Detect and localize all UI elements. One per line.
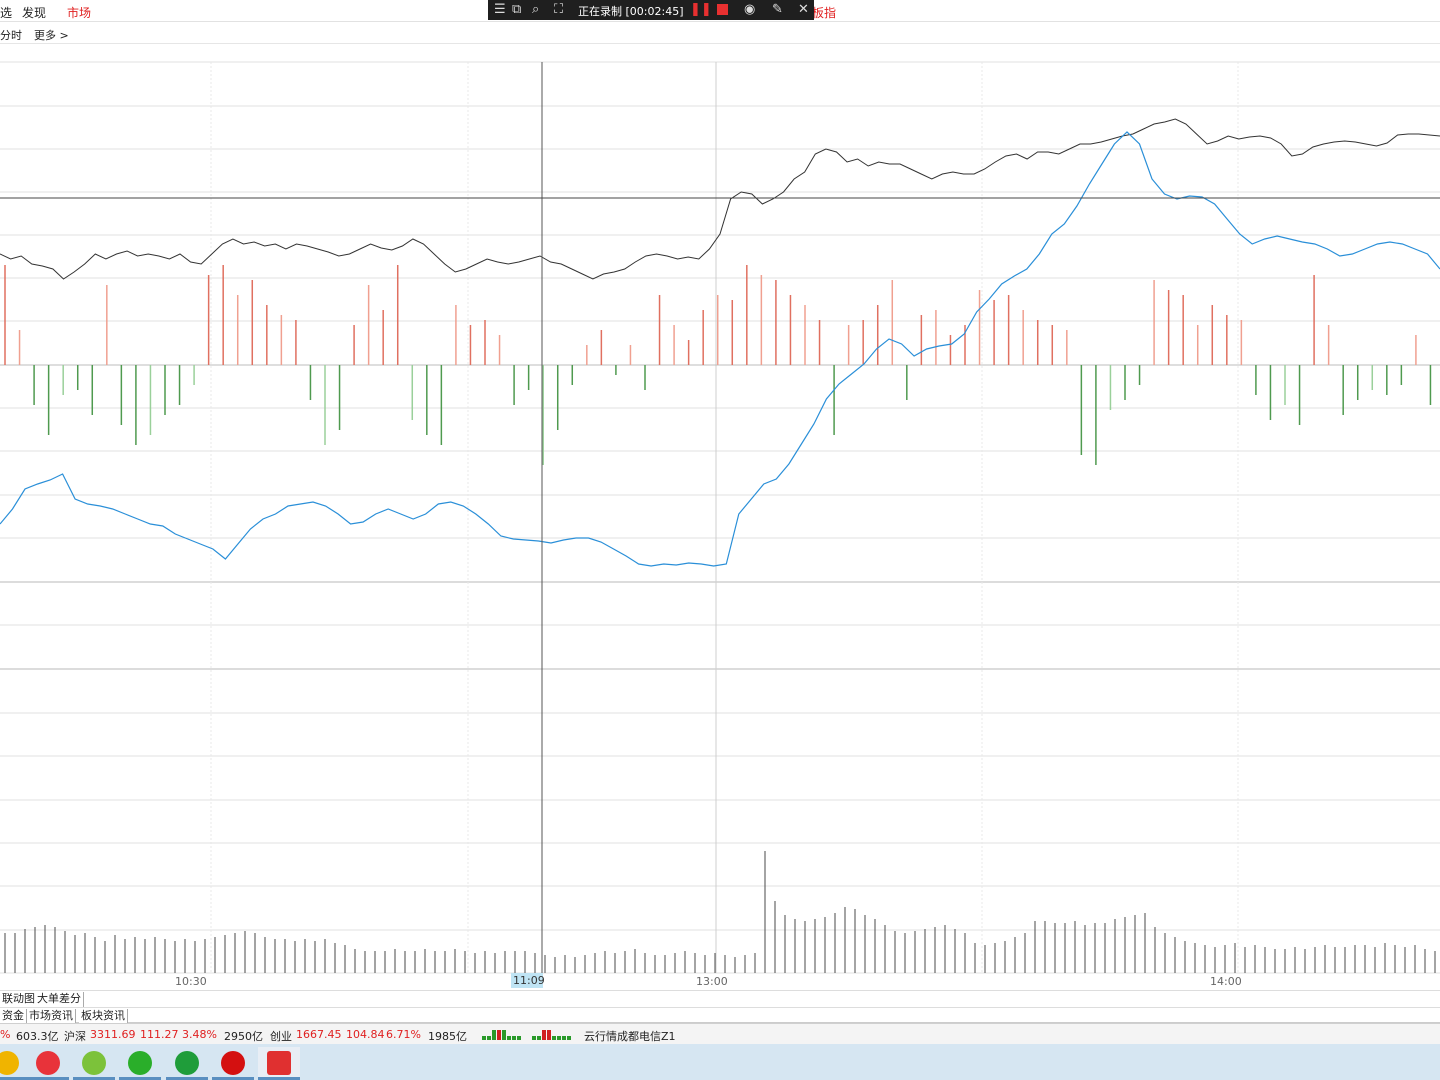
intraday-chart[interactable]: 10:30 11:09 13:00 14:00 — [0, 44, 1440, 990]
recording-timer: 正在录制 [00:02:45] — [578, 5, 684, 18]
money-flow-line — [0, 131, 1440, 567]
nav-item-index[interactable]: 板指 — [812, 4, 836, 21]
top-nav-bar: 选 发现 市场 板指 ☰ ⧉ ⌕ ⛶ 正在录制 [00:02:45] ❚❚ ◉ … — [0, 0, 1440, 22]
menu-icon[interactable]: ☰ — [494, 2, 506, 17]
folder-icon-glyph — [0, 1051, 19, 1075]
folder-icon[interactable] — [0, 1047, 28, 1080]
chart-grid — [0, 61, 1440, 974]
cyb-pct: 6.71% — [386, 1028, 421, 1041]
cyb-value: 1667.45 — [296, 1028, 342, 1041]
breadth-indicator-2 — [532, 1030, 571, 1040]
close-icon[interactable]: ✕ — [798, 2, 809, 17]
tab-market-news[interactable]: 市场资讯 — [27, 1009, 76, 1024]
cyb-label[interactable]: 创业 — [270, 1028, 292, 1044]
mode-tab-fenshi[interactable]: 分时 — [0, 27, 22, 43]
nav-item-market[interactable]: 市场 — [67, 4, 91, 21]
evernote-icon[interactable] — [166, 1047, 208, 1080]
stock-app-icon-glyph — [267, 1051, 291, 1075]
tab-funds[interactable]: 资金 — [0, 1009, 27, 1024]
status-cut-pct: % — [0, 1028, 11, 1041]
tab-linkage[interactable]: 联动图 — [0, 992, 38, 1007]
volume-bars — [4, 851, 1436, 973]
index-status-bar: % 603.3亿 沪深 3311.69 111.27 3.48% 2950亿 创… — [0, 1023, 1440, 1044]
news-ticker[interactable]: 云行情成都电信Z1 — [584, 1028, 676, 1044]
time-label-cursor: 11:09 — [513, 974, 545, 987]
breadth-indicator-1 — [482, 1030, 521, 1040]
window-icon[interactable]: ⧉ — [512, 2, 521, 17]
hushen-value: 3311.69 — [90, 1028, 136, 1041]
price-line — [0, 118, 1440, 280]
nav-item-discover[interactable]: 发现 — [22, 4, 46, 21]
evernote-icon-glyph — [175, 1051, 199, 1075]
hushen-label[interactable]: 沪深 — [64, 1028, 86, 1044]
nav-item-cut-left[interactable]: 选 — [0, 4, 12, 21]
hushen-pct: 3.48% — [182, 1028, 217, 1041]
pause-icon[interactable]: ❚❚ — [690, 2, 712, 17]
time-label-1400: 14:00 — [1210, 975, 1242, 988]
cyb-change: 104.84 — [346, 1028, 385, 1041]
region-icon[interactable]: ⌕ — [532, 2, 539, 17]
windows-taskbar — [0, 1044, 1440, 1080]
time-label-1030: 10:30 — [175, 975, 207, 988]
pen-icon[interactable]: ✎ — [772, 2, 783, 17]
record-icon-glyph — [221, 1051, 245, 1075]
tab-sector-news[interactable]: 板块资讯 — [79, 1009, 128, 1024]
more-link[interactable]: 更多 > — [34, 27, 69, 43]
chart-mode-bar: 分时 更多 > — [0, 22, 1440, 44]
music-app-icon-glyph — [82, 1051, 106, 1075]
heart-app-icon-glyph — [36, 1051, 60, 1075]
info-tabs: 资金 市场资讯 板块资讯 — [0, 1007, 1440, 1024]
stop-icon[interactable] — [717, 4, 728, 15]
indicator-tabs: 联动图 大单差分 — [0, 990, 1440, 1007]
heart-app-icon[interactable] — [27, 1047, 69, 1080]
crop-icon[interactable]: ⛶ — [554, 2, 563, 17]
time-label-1300: 13:00 — [696, 975, 728, 988]
wechat-icon-glyph — [128, 1051, 152, 1075]
screen-recorder-toolbar: ☰ ⧉ ⌕ ⛶ 正在录制 [00:02:45] ❚❚ ◉ ✎ ✕ — [488, 0, 814, 20]
hushen-change: 111.27 — [140, 1028, 179, 1041]
camera-icon[interactable]: ◉ — [744, 2, 755, 17]
hushen-amount: 2950亿 — [224, 1030, 263, 1043]
music-app-icon[interactable] — [73, 1047, 115, 1080]
cyb-amount: 1985亿 — [428, 1030, 467, 1043]
record-icon[interactable] — [212, 1047, 254, 1080]
tab-big-order-diff[interactable]: 大单差分 — [35, 992, 84, 1007]
wechat-icon[interactable] — [119, 1047, 161, 1080]
stock-app-icon[interactable] — [258, 1047, 300, 1080]
status-amount: 603.3亿 — [16, 1030, 59, 1043]
